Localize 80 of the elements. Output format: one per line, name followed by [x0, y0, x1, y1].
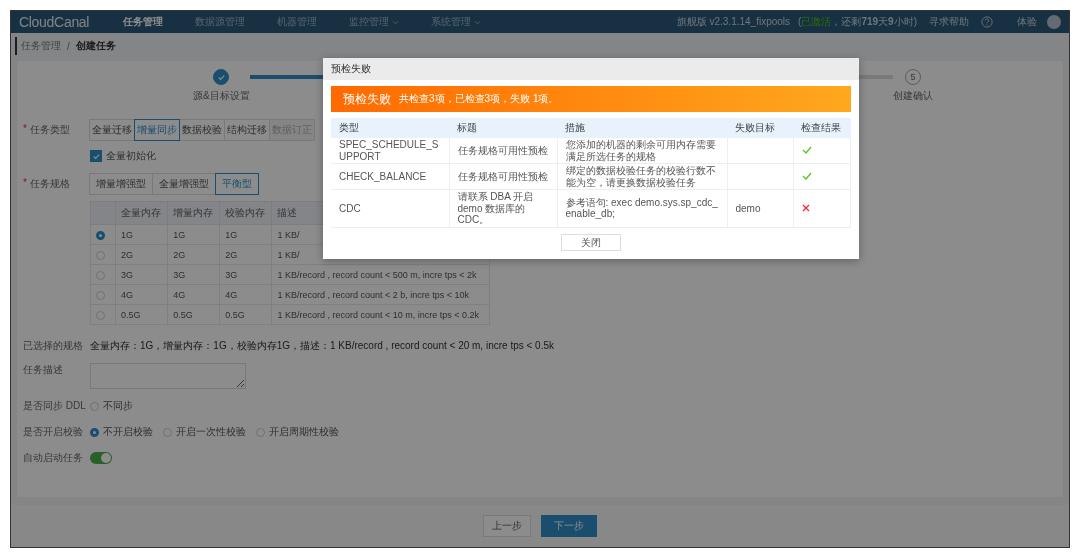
- task-type-option[interactable]: 结构迁移: [224, 119, 270, 141]
- field-label: 任务类型: [29, 123, 70, 137]
- table-cell: 3G: [121, 269, 133, 280]
- table-cell: 3G: [173, 269, 186, 280]
- table-cell: 2G: [225, 249, 238, 260]
- nav-menu-item[interactable]: 任务管理: [113, 15, 174, 29]
- table-cell: SPEC_SCHEDULE_SUPPORT: [339, 139, 439, 162]
- breadcrumb-item: 创建任务: [75, 39, 116, 53]
- column-header: 标题: [449, 118, 557, 138]
- field-label: 自动启动任务: [23, 451, 84, 465]
- required-marker: *: [23, 123, 27, 136]
- table-cell: 4G: [225, 289, 238, 300]
- task-type-option[interactable]: 数据校验: [179, 119, 225, 141]
- version-label: 旗舰版 v2.3.1.14_fixpools: [676, 15, 791, 29]
- radio-button[interactable]: [90, 427, 99, 437]
- table-cell: 0.5G: [121, 309, 141, 320]
- table-cell: 任务规格可用性预检: [457, 144, 548, 156]
- breadcrumb-item[interactable]: 任务管理: [21, 39, 61, 53]
- table-cell: 0.5G: [173, 309, 193, 320]
- field-label: 任务描述: [23, 363, 64, 377]
- table-cell: 1G: [173, 229, 186, 240]
- table-cell: demo: [735, 202, 761, 214]
- radio-label[interactable]: 不同步: [103, 399, 133, 413]
- next-button[interactable]: 下一步: [541, 515, 597, 537]
- table-cell: 0.5G: [225, 309, 245, 320]
- close-button[interactable]: 关闭: [561, 233, 621, 251]
- radio-label[interactable]: 不开启校验: [103, 425, 153, 439]
- table-cell: 2G: [121, 249, 133, 260]
- field-label: 任务规格: [29, 177, 70, 191]
- spec-option[interactable]: 平衡型: [215, 173, 259, 195]
- required-marker: *: [23, 177, 27, 190]
- help-icon[interactable]: [981, 16, 993, 28]
- help-link[interactable]: 寻求帮助: [929, 15, 969, 29]
- checkbox-label[interactable]: 全量初始化: [106, 149, 156, 163]
- logo[interactable]: CloudCanal: [19, 14, 90, 30]
- column-header: 失败目标: [727, 118, 793, 138]
- step-label: 源&目标设置: [193, 89, 250, 103]
- field-label: 是否同步 DDL: [23, 399, 87, 413]
- task-type-option[interactable]: 全量迁移: [89, 119, 135, 141]
- banner-title: 预检失败: [343, 90, 391, 108]
- selected-spec-text: 全量内存：1G，增量内存：1G，校验内存1G，描述：1 KB/record , record count < 20 m, incre tps < 0.5k: [90, 339, 555, 353]
- table-cell: CDC: [339, 202, 361, 214]
- table-cell: 1 KB/: [277, 229, 300, 240]
- avatar[interactable]: [1047, 15, 1061, 29]
- table-cell: 1G: [121, 229, 133, 240]
- table-cell: 1 KB/record , record count < 2 b, incre tps < 10k: [277, 289, 470, 300]
- description-field[interactable]: [90, 363, 246, 389]
- table-cell: 1 KB/record , record count < 500 m, incre tps < 2k: [277, 269, 477, 280]
- table-cell: 绑定的数据校验任务的校验行数不能为空，请更换数据校验任务: [565, 165, 716, 188]
- modal-title: 预检失败: [331, 62, 371, 76]
- column-header: 措施: [557, 118, 727, 138]
- radio-button[interactable]: [96, 230, 105, 240]
- table-cell: 1 KB/: [277, 249, 300, 260]
- step-label: 创建确认: [893, 89, 933, 103]
- column-header: 全量内存: [115, 201, 168, 225]
- table-cell: 参考语句: exec demo.sys.sp_cdc_enable_db;: [565, 196, 718, 220]
- column-header: 增量内存: [167, 201, 220, 225]
- table-cell: 1 KB/record , record count < 10 m, incre tps < 0.2k: [277, 309, 480, 320]
- column-header: 校验内存: [219, 201, 272, 225]
- spec-option[interactable]: 全量增强型: [152, 173, 216, 195]
- table-cell: 您添加的机器的剩余可用内存需要满足所选任务的规格: [565, 139, 716, 162]
- toggle-switch[interactable]: [90, 452, 112, 464]
- column-header: 检查结果: [793, 118, 851, 138]
- field-label: 是否开启校验: [23, 425, 84, 439]
- table-cell: 1G: [225, 229, 238, 240]
- spec-option[interactable]: 增量增强型: [89, 173, 153, 195]
- field-label: 已选择的规格: [23, 339, 84, 353]
- checkbox[interactable]: [90, 150, 102, 162]
- table-cell: CHECK_BALANCE: [339, 170, 427, 182]
- table-cell: 3G: [225, 269, 238, 280]
- column-header: 类型: [331, 118, 449, 138]
- table-cell: 4G: [121, 289, 133, 300]
- radio-label[interactable]: 开启周期性校验: [269, 425, 339, 439]
- table-cell: 4G: [173, 289, 186, 300]
- table-cell: 2G: [173, 249, 186, 260]
- table-cell: 任务规格可用性预检: [457, 170, 548, 182]
- breadcrumb-item[interactable]: /: [67, 40, 70, 52]
- task-type-option[interactable]: 增量同步: [134, 119, 180, 141]
- banner-summary: 共检查3项，已检查3项，失败 1项。: [399, 92, 559, 106]
- user-name[interactable]: 体验: [1017, 15, 1037, 29]
